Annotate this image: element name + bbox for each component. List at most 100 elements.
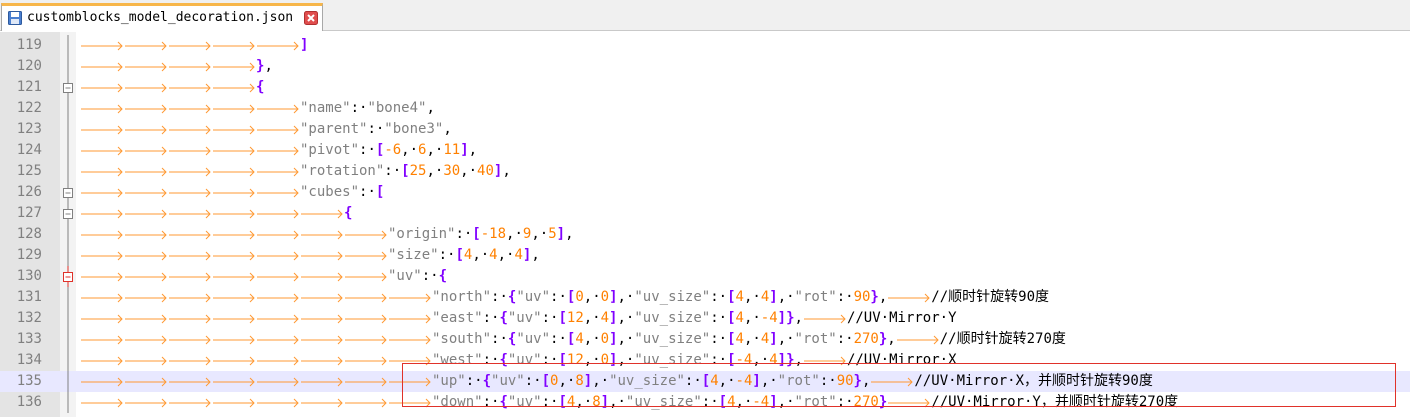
code-line[interactable]: 132 "east":·{"uv":·[12,·4],·"uv_size":·[4… [0, 308, 1410, 329]
file-tab[interactable]: customblocks_model_decoration.json [1, 3, 323, 31]
tab-arrow-icon [213, 377, 255, 387]
code-token: [ [727, 331, 736, 347]
tab-arrow-icon [169, 167, 211, 177]
code-line[interactable]: 136 "down":·{"uv":·[4,·8],·"uv_size":·[4,… [0, 392, 1410, 413]
code-line[interactable]: 125 "rotation":·[25,·30,·40], [0, 161, 1410, 182]
code-token: 12 [566, 352, 584, 368]
code-token: :· [541, 394, 559, 410]
code-line[interactable]: 124 "pivot":·[-6,·6,·11], [0, 140, 1410, 161]
tab-arrow-icon [345, 272, 387, 282]
code-token: -4 [735, 352, 753, 368]
code-line[interactable]: 119] [0, 35, 1410, 56]
code-token: :· [541, 352, 559, 368]
code-token: ,· [583, 331, 601, 347]
code-token: [ [727, 289, 736, 305]
tab-arrow-icon [213, 356, 255, 366]
tab-arrow-icon [81, 62, 123, 72]
code-token: ,· [617, 331, 635, 347]
code-token: :· [550, 331, 567, 347]
code-token: :· [550, 289, 567, 305]
code-token: ,· [426, 142, 444, 158]
code-token: ,· [743, 331, 761, 347]
code-token: , [794, 310, 803, 326]
tab-arrow-icon [301, 293, 343, 303]
code-token: ] [609, 331, 618, 347]
code-line[interactable]: 134 "west":·{"uv":·[12,·0],·"uv_size":·[-… [0, 350, 1410, 371]
tab-arrow-icon [125, 230, 167, 240]
code-token: ] [600, 394, 610, 410]
code-token: ,· [472, 247, 490, 263]
code-token: "rot" [794, 394, 837, 410]
tab-arrow-icon [257, 356, 299, 366]
code-token: 11 [443, 142, 461, 158]
code-line[interactable]: 127 { [0, 203, 1410, 224]
line-number: 135 [16, 373, 42, 389]
line-number: 120 [16, 58, 42, 74]
code-token: ,· [617, 310, 635, 326]
code-line[interactable]: 130 "uv":·{ [0, 266, 1410, 287]
code-token: ,· [531, 226, 549, 242]
code-text: { [80, 203, 352, 224]
code-token: -4 [752, 394, 770, 410]
code-token: "bone3" [384, 121, 444, 137]
code-line[interactable]: 122 "name":·"bone4", [0, 98, 1410, 119]
tab-arrow-icon [125, 209, 167, 219]
code-token: "uv_size" [634, 310, 711, 326]
code-token: "rot" [794, 331, 837, 347]
tab-arrow-icon [213, 272, 255, 282]
fold-toggle-icon[interactable] [62, 203, 74, 224]
code-token: :· [384, 163, 402, 179]
tab-arrow-icon [213, 167, 255, 177]
tab-arrow-icon [81, 335, 123, 345]
code-token: [ [558, 310, 567, 326]
tab-arrow-icon [345, 335, 387, 345]
tab-arrow-icon [257, 146, 299, 156]
code-token: :· [710, 289, 728, 305]
tab-arrow-icon [81, 272, 123, 282]
fold-line [67, 224, 69, 245]
code-token: :· [465, 373, 483, 389]
fold-line [67, 245, 69, 266]
code-token: } [853, 373, 862, 389]
tab-arrow-icon [125, 104, 167, 114]
tab-arrow-icon [257, 230, 299, 240]
tab-arrow-icon [213, 62, 255, 72]
code-token: ] [556, 226, 566, 242]
code-text: ] [80, 35, 308, 56]
tab-arrow-icon [257, 398, 299, 408]
line-number: 132 [16, 310, 42, 326]
code-line[interactable]: 133 "south":·{"uv":·[4,·0],·"uv_size":·[4… [0, 329, 1410, 350]
code-token: :· [482, 394, 500, 410]
code-token: , [861, 373, 871, 389]
code-line[interactable]: 129 "size":·[4,·4,·4], [0, 245, 1410, 266]
code-line[interactable]: 128 "origin":·[-18,·9,·5], [0, 224, 1410, 245]
code-line[interactable]: 121 { [0, 77, 1410, 98]
code-token: ,· [583, 289, 601, 305]
code-token: [ [558, 352, 567, 368]
code-line[interactable]: 135 "up":·{"uv":·[0,·8],·"uv_size":·[4,·-… [0, 371, 1410, 392]
code-token: ,· [609, 394, 626, 410]
code-line[interactable]: 131 "north":·{"uv":·[0,·0],·"uv_size":·[4… [0, 287, 1410, 308]
tab-arrow-icon [81, 83, 123, 93]
code-token: 4 [710, 373, 719, 389]
tab-bar: customblocks_model_decoration.json [0, 0, 1410, 31]
code-token: 40 [477, 163, 494, 179]
code-token: "uv" [507, 394, 542, 410]
code-line[interactable]: 120}, [0, 56, 1410, 77]
code-text: "uv":·{ [80, 266, 447, 287]
code-token: 0 [600, 352, 610, 368]
code-token: :· [541, 310, 559, 326]
code-token: :· [819, 373, 837, 389]
tab-arrow-icon [213, 293, 255, 303]
code-token: 4 [735, 331, 744, 347]
code-line[interactable]: 126 "cubes":·[ [0, 182, 1410, 203]
fold-toggle-icon[interactable] [62, 77, 74, 98]
code-line[interactable]: 123 "parent":·"bone3", [0, 119, 1410, 140]
close-icon[interactable] [304, 11, 318, 25]
fold-toggle-icon[interactable] [62, 266, 74, 287]
tab-arrow-icon [81, 104, 123, 114]
tab-arrow-icon [169, 104, 211, 114]
tab-arrow-icon [213, 104, 255, 114]
fold-toggle-icon[interactable] [62, 182, 74, 203]
tab-arrow-icon [125, 83, 167, 93]
